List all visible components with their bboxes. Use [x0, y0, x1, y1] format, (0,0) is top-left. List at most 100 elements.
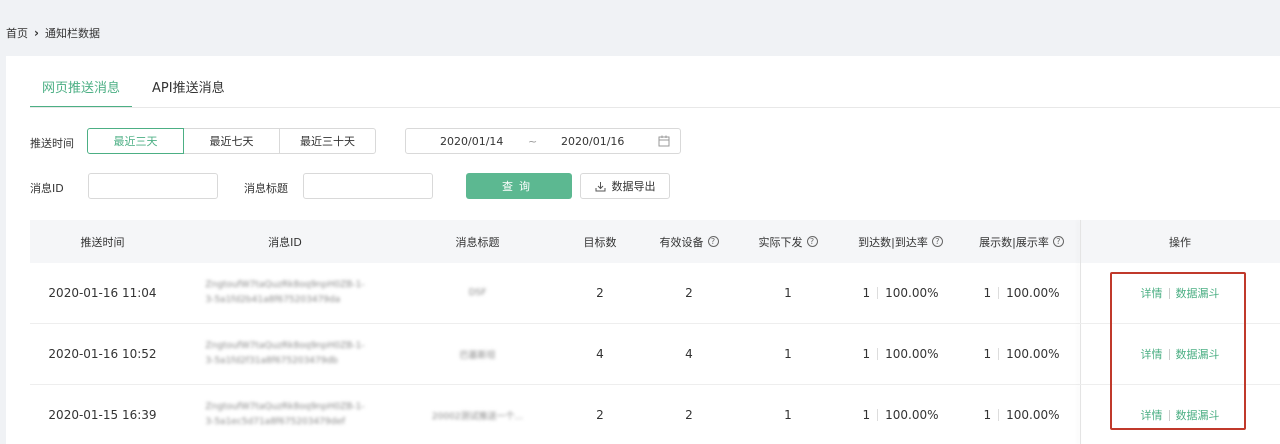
cell-arrive: 1 100.00%: [838, 385, 963, 444]
msg-title-input[interactable]: [303, 173, 433, 199]
msg-id-line: 3-5a1fd2b41a8f675203479da: [205, 295, 341, 305]
cell-msg-title: DSF: [395, 263, 560, 323]
message-table: 推送时间 消息ID 消息标题 目标数 有效设备? 实际下发? 到达数|到达率? …: [30, 220, 1280, 444]
push-time-label: 推送时间: [30, 137, 74, 150]
help-icon[interactable]: ?: [806, 236, 818, 247]
range-30-days-button[interactable]: 最近三十天: [279, 128, 376, 154]
tab-divider: [30, 107, 1280, 108]
query-button[interactable]: 查询: [466, 173, 572, 199]
detail-link[interactable]: 详情: [1141, 407, 1163, 423]
col-show: 展示数|展示率?: [963, 220, 1080, 263]
msg-title-text: 巴基斯坦: [459, 350, 496, 361]
tab-web-push[interactable]: 网页推送消息: [30, 78, 133, 108]
col-show-label: 展示数|展示率: [979, 235, 1049, 249]
arrive-rate: 100.00%: [885, 286, 939, 300]
cell-show: 1 100.00%: [963, 385, 1080, 444]
arrive-rate: 100.00%: [885, 408, 939, 422]
help-icon[interactable]: ?: [1052, 236, 1064, 247]
cell-msg-id: ZngtoufW7taQuzRk8oq9npH0ZB-1- 3-5a1ec5d71…: [175, 385, 395, 444]
cell-operations: 详情 数据漏斗: [1080, 324, 1280, 384]
col-actual-label: 实际下发: [758, 235, 803, 249]
msg-title-text: DSF: [468, 288, 487, 298]
msg-id-line: 3-5a1fd2f31a8f675203479db: [205, 356, 338, 366]
fixed-column-divider: [1080, 324, 1081, 384]
show-rate: 100.00%: [1006, 286, 1060, 300]
content-card: 网页推送消息 API推送消息 推送时间 最近三天 最近七天 最近三十天 2020…: [6, 56, 1280, 444]
tab-api-push[interactable]: API推送消息: [140, 78, 237, 108]
funnel-link[interactable]: 数据漏斗: [1176, 407, 1220, 423]
msg-id-line: 3-5a1ec5d71a8f675203479def: [205, 417, 346, 427]
help-icon[interactable]: ?: [931, 236, 943, 247]
cell-operations: 详情 数据漏斗: [1080, 263, 1280, 323]
cell-msg-id: ZngtoufW7taQuzRk8oq9npH0ZB-1- 3-5a1fd2f31…: [175, 324, 395, 384]
table-row: 2020-01-16 10:52 ZngtoufW7taQuzRk8oq9npH…: [30, 324, 1280, 385]
arrive-count: 1: [862, 347, 871, 361]
breadcrumb: 首页 › 通知栏数据: [6, 25, 100, 41]
cell-target: 2: [596, 408, 604, 422]
cell-target: 4: [596, 347, 604, 361]
col-operations: 操作: [1169, 235, 1191, 249]
cell-actual: 1: [784, 347, 792, 361]
cell-msg-id: ZngtoufW7taQuzRk8oq9npH0ZB-1- 3-5a1fd2b41…: [175, 263, 395, 323]
cell-time: 2020-01-16 10:52: [48, 347, 157, 361]
date-end[interactable]: 2020/01/16: [561, 135, 624, 148]
cell-time: 2020-01-15 16:39: [48, 408, 157, 422]
date-separator: ~: [528, 134, 538, 148]
col-push-time: 推送时间: [80, 235, 125, 249]
cell-arrive: 1 100.00%: [838, 263, 963, 323]
cell-valid: 2: [685, 286, 693, 300]
calendar-icon: [658, 135, 670, 147]
col-actual-sent: 实际下发?: [738, 220, 838, 263]
msg-id-input[interactable]: [88, 173, 218, 199]
funnel-link[interactable]: 数据漏斗: [1176, 346, 1220, 362]
funnel-link[interactable]: 数据漏斗: [1176, 285, 1220, 301]
table-row: 2020-01-15 16:39 ZngtoufW7taQuzRk8oq9npH…: [30, 385, 1280, 444]
msg-id-line: ZngtoufW7taQuzRk8oq9npH0ZB-1-: [205, 341, 365, 351]
cell-actual: 1: [784, 286, 792, 300]
cell-valid: 4: [685, 347, 693, 361]
fixed-column-divider: [1080, 220, 1081, 263]
detail-link[interactable]: 详情: [1141, 346, 1163, 362]
date-range-picker[interactable]: 2020/01/14 ~ 2020/01/16: [405, 128, 681, 154]
export-button[interactable]: 数据导出: [580, 173, 670, 199]
arrive-count: 1: [862, 408, 871, 422]
range-7-days-button[interactable]: 最近七天: [183, 128, 280, 154]
show-count: 1: [983, 286, 992, 300]
col-target: 目标数: [583, 235, 617, 249]
cell-time: 2020-01-16 11:04: [48, 286, 157, 300]
cell-valid: 2: [685, 408, 693, 422]
cell-msg-title: 20002测试推送一个...: [395, 385, 560, 444]
cell-show: 1 100.00%: [963, 324, 1080, 384]
tab-bar: 网页推送消息 API推送消息: [30, 78, 237, 108]
date-start[interactable]: 2020/01/14: [440, 135, 503, 148]
show-count: 1: [983, 408, 992, 422]
help-icon[interactable]: ?: [707, 236, 719, 247]
msg-title-label: 消息标题: [244, 182, 288, 195]
arrive-rate: 100.00%: [885, 347, 939, 361]
table-row: 2020-01-16 11:04 ZngtoufW7taQuzRk8oq9npH…: [30, 263, 1280, 324]
show-count: 1: [983, 347, 992, 361]
col-valid-devices: 有效设备?: [640, 220, 738, 263]
detail-link[interactable]: 详情: [1141, 285, 1163, 301]
col-arrive: 到达数|到达率?: [838, 220, 963, 263]
export-label: 数据导出: [611, 180, 656, 193]
show-rate: 100.00%: [1006, 347, 1060, 361]
msg-title-text: 20002测试推送一个...: [431, 411, 524, 422]
chevron-right-icon: ›: [34, 26, 39, 40]
range-3-days-button[interactable]: 最近三天: [87, 128, 184, 154]
col-msg-title: 消息标题: [455, 235, 500, 249]
breadcrumb-current: 通知栏数据: [44, 27, 100, 40]
show-rate: 100.00%: [1006, 408, 1060, 422]
cell-target: 2: [596, 286, 604, 300]
col-msg-id: 消息ID: [268, 235, 302, 249]
cell-operations: 详情 数据漏斗: [1080, 385, 1280, 444]
fixed-column-divider: [1080, 385, 1081, 444]
cell-arrive: 1 100.00%: [838, 324, 963, 384]
col-arrive-label: 到达数|到达率: [858, 235, 928, 249]
breadcrumb-home[interactable]: 首页: [6, 25, 28, 41]
cell-show: 1 100.00%: [963, 263, 1080, 323]
msg-id-label: 消息ID: [30, 182, 64, 195]
arrive-count: 1: [862, 286, 871, 300]
cell-msg-title: 巴基斯坦: [395, 324, 560, 384]
table-header: 推送时间 消息ID 消息标题 目标数 有效设备? 实际下发? 到达数|到达率? …: [30, 220, 1280, 263]
